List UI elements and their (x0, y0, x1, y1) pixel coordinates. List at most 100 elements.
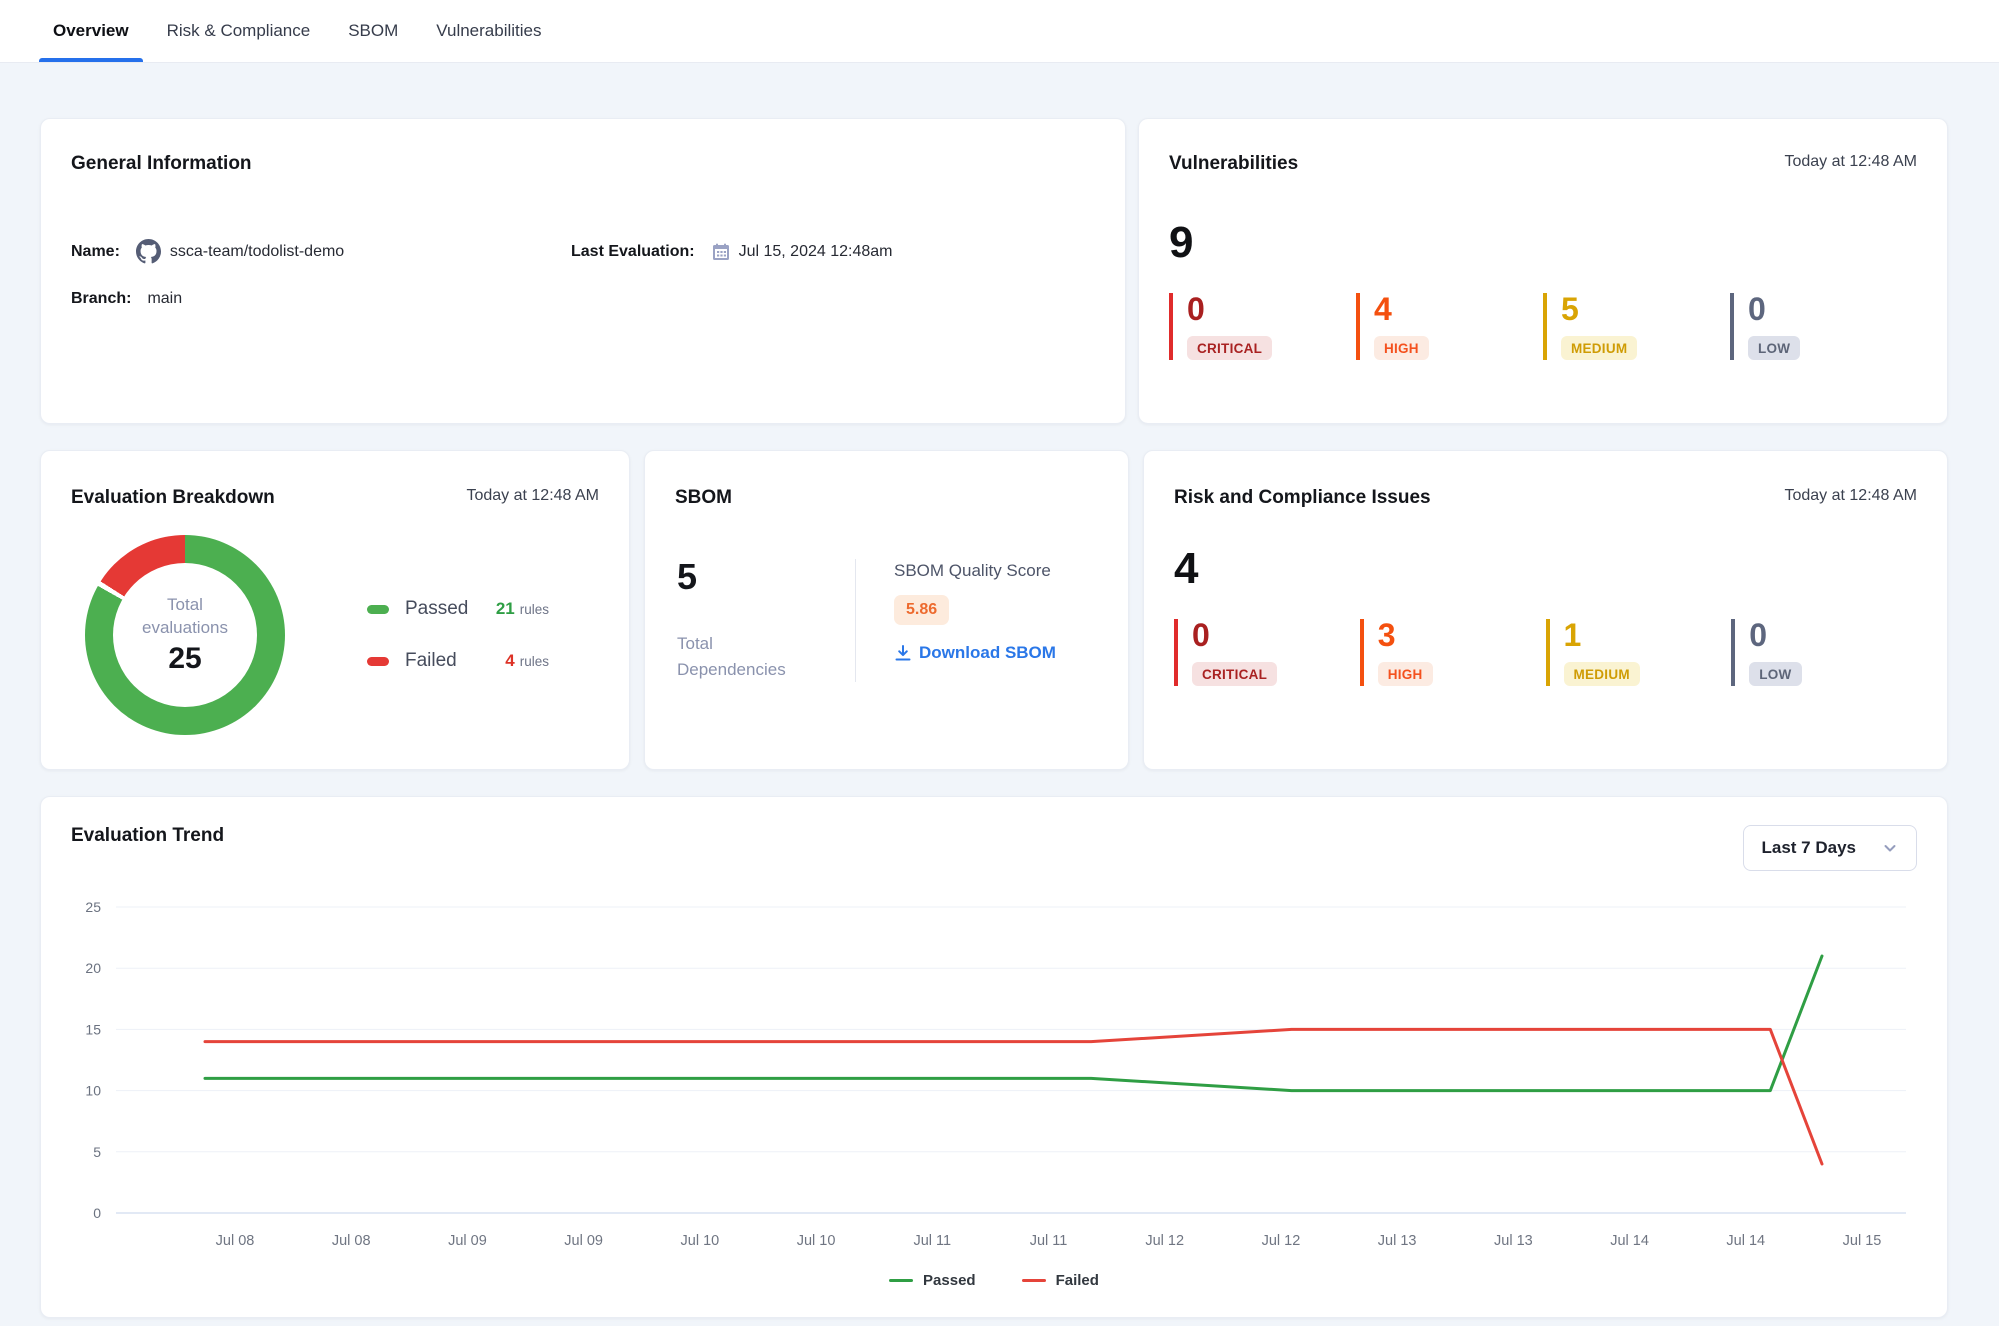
branch-value: main (147, 290, 182, 308)
vulnerabilities-total-count: 9 (1169, 221, 1917, 265)
passed-legend-row: Passed 21rules (367, 598, 549, 620)
vuln-medium-count: 5 (1561, 293, 1730, 327)
tab-bar: Overview Risk & Compliance SBOM Vulnerab… (0, 0, 1999, 63)
download-sbom-label: Download SBOM (919, 643, 1056, 663)
passed-swatch-icon (367, 605, 389, 614)
trend-legend: Passed Failed (71, 1272, 1917, 1289)
critical-badge: CRITICAL (1187, 336, 1272, 360)
sbom-title: SBOM (675, 487, 1098, 509)
vuln-critical-stat: 0 CRITICAL (1169, 293, 1356, 360)
calendar-icon (711, 242, 731, 262)
svg-text:Jul 15: Jul 15 (1843, 1233, 1882, 1249)
risk-low-stat: 0 LOW (1731, 619, 1917, 686)
date-range-value: Last 7 Days (1762, 838, 1857, 858)
donut-center-label: Total evaluations (129, 594, 241, 640)
svg-text:10: 10 (85, 1083, 101, 1099)
tab-sbom[interactable]: SBOM (348, 0, 398, 62)
critical-badge: CRITICAL (1192, 662, 1277, 686)
risk-compliance-timestamp: Today at 12:48 AM (1784, 487, 1917, 505)
failed-unit: rules (520, 654, 549, 669)
svg-text:Jul 08: Jul 08 (216, 1233, 255, 1249)
svg-text:Jul 14: Jul 14 (1726, 1233, 1765, 1249)
risk-medium-count: 1 (1564, 619, 1732, 653)
svg-text:Jul 12: Jul 12 (1262, 1233, 1301, 1249)
svg-text:Jul 08: Jul 08 (332, 1233, 371, 1249)
failed-count: 4rules (505, 651, 549, 671)
download-sbom-link[interactable]: Download SBOM (894, 643, 1056, 663)
last-evaluation-row: Last Evaluation: Jul 15, 2024 12:48am (571, 239, 1095, 264)
breakdown-legend: Passed 21rules Failed 4rules (367, 598, 599, 672)
passed-line-swatch-icon (889, 1279, 913, 1282)
vuln-low-count: 0 (1748, 293, 1917, 327)
general-information-title: General Information (71, 153, 1095, 175)
failed-legend-row: Failed 4rules (367, 650, 549, 672)
risk-high-stat: 3 HIGH (1360, 619, 1546, 686)
vuln-high-stat: 4 HIGH (1356, 293, 1543, 360)
high-badge: HIGH (1374, 336, 1429, 360)
date-range-select[interactable]: Last 7 Days (1743, 825, 1918, 871)
dashboard-content: General Information Name: ssca-team/todo… (40, 118, 1948, 1318)
tab-overview[interactable]: Overview (53, 0, 129, 62)
donut-center: Total evaluations 25 (113, 563, 257, 707)
repo-name-value: ssca-team/todolist-demo (170, 243, 344, 261)
branch-label: Branch: (71, 290, 131, 308)
svg-text:25: 25 (85, 899, 101, 915)
evaluation-breakdown-title: Evaluation Breakdown (71, 487, 275, 509)
evaluations-donut-chart: Total evaluations 25 (85, 535, 285, 735)
vuln-critical-count: 0 (1187, 293, 1356, 327)
svg-text:Jul 14: Jul 14 (1610, 1233, 1649, 1249)
tab-risk-compliance[interactable]: Risk & Compliance (167, 0, 311, 62)
vuln-medium-stat: 5 MEDIUM (1543, 293, 1730, 360)
sbom-quality-score-value: 5.86 (894, 595, 949, 625)
general-information-card: General Information Name: ssca-team/todo… (40, 118, 1126, 424)
high-badge: HIGH (1378, 662, 1433, 686)
evaluation-breakdown-timestamp: Today at 12:48 AM (466, 487, 599, 505)
risk-low-count: 0 (1749, 619, 1917, 653)
trend-legend-passed: Passed (889, 1272, 976, 1289)
sbom-card: SBOM 5 Total Dependencies SBOM Quality S… (644, 450, 1129, 770)
svg-text:Jul 09: Jul 09 (448, 1233, 487, 1249)
vuln-high-count: 4 (1374, 293, 1543, 327)
total-dependencies-count: 5 (677, 559, 855, 595)
risk-critical-count: 0 (1192, 619, 1360, 653)
medium-badge: MEDIUM (1561, 336, 1637, 360)
svg-text:Jul 11: Jul 11 (913, 1233, 951, 1249)
trend-chart-area: 0 5 10 15 20 25 Jul 08 Jul 08 Jul 09 Jul 09 Jul 10… (71, 885, 1917, 1268)
svg-text:5: 5 (93, 1144, 101, 1160)
risk-severity-row: 0 CRITICAL 3 HIGH 1 MEDIUM 0 LOW (1174, 619, 1917, 686)
svg-text:Jul 12: Jul 12 (1145, 1233, 1184, 1249)
vulnerabilities-timestamp: Today at 12:48 AM (1784, 153, 1917, 171)
failed-swatch-icon (367, 657, 389, 666)
svg-text:20: 20 (85, 960, 101, 976)
sbom-quality-score-label: SBOM Quality Score (894, 561, 1056, 581)
failed-line-swatch-icon (1022, 1279, 1046, 1282)
passed-count: 21rules (496, 599, 549, 619)
vuln-low-stat: 0 LOW (1730, 293, 1917, 360)
low-badge: LOW (1749, 662, 1801, 686)
svg-text:Jul 11: Jul 11 (1030, 1233, 1068, 1249)
risk-total-count: 4 (1174, 547, 1917, 591)
evaluation-trend-title: Evaluation Trend (71, 825, 224, 847)
vulnerabilities-title: Vulnerabilities (1169, 153, 1298, 175)
passed-unit: rules (520, 602, 549, 617)
vulnerabilities-severity-row: 0 CRITICAL 4 HIGH 5 MEDIUM 0 LOW (1169, 293, 1917, 360)
svg-text:0: 0 (93, 1205, 101, 1221)
risk-critical-stat: 0 CRITICAL (1174, 619, 1360, 686)
evaluation-trend-chart: 0 5 10 15 20 25 Jul 08 Jul 08 Jul 09 Jul 09 Jul 10… (71, 885, 1919, 1263)
tab-vulnerabilities[interactable]: Vulnerabilities (436, 0, 541, 62)
branch-row: Branch: main (71, 290, 571, 308)
low-badge: LOW (1748, 336, 1800, 360)
risk-compliance-title: Risk and Compliance Issues (1174, 487, 1431, 509)
svg-text:15: 15 (85, 1021, 101, 1037)
risk-compliance-card: Risk and Compliance Issues Today at 12:4… (1143, 450, 1948, 770)
github-icon (136, 239, 161, 264)
svg-text:Jul 10: Jul 10 (681, 1233, 720, 1249)
medium-badge: MEDIUM (1564, 662, 1640, 686)
failed-label: Failed (405, 650, 457, 672)
svg-text:Jul 13: Jul 13 (1494, 1233, 1533, 1249)
name-label: Name: (71, 243, 120, 261)
repo-name-row: Name: ssca-team/todolist-demo (71, 239, 571, 264)
chevron-down-icon (1882, 840, 1898, 856)
svg-text:Jul 09: Jul 09 (564, 1233, 603, 1249)
donut-center-value: 25 (168, 642, 201, 676)
